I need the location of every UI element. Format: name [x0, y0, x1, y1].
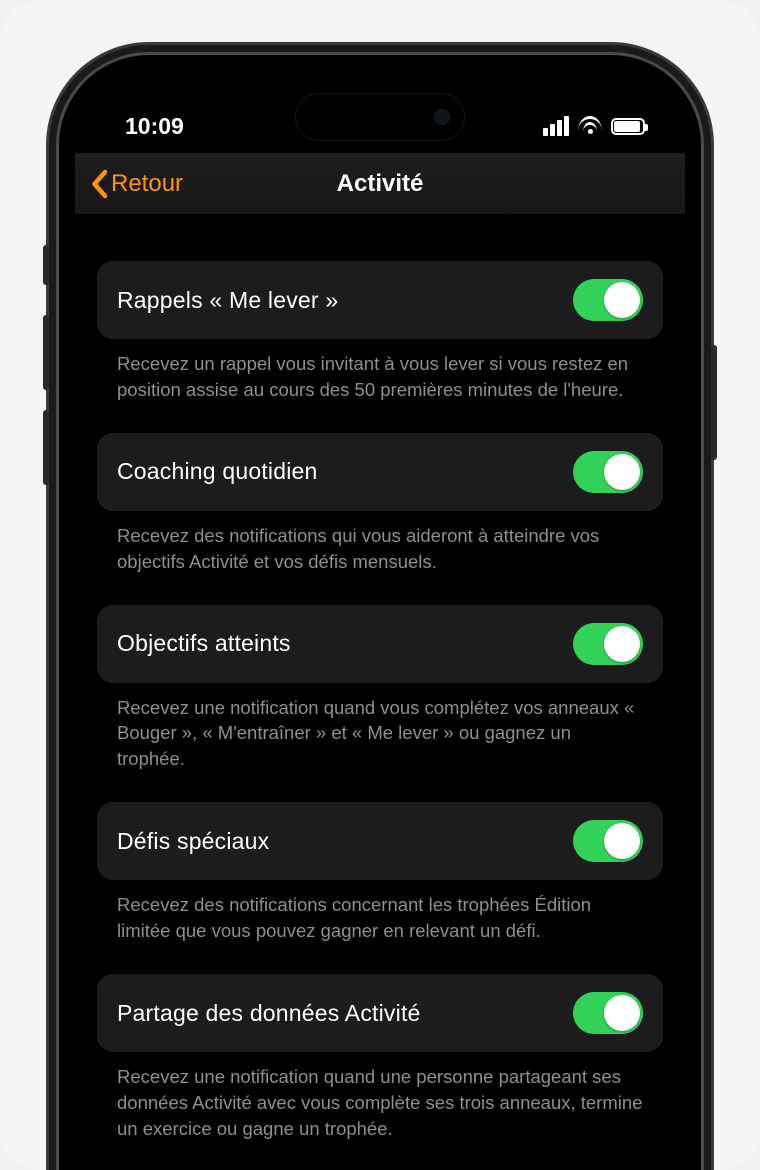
back-label: Retour [111, 170, 183, 198]
camera-icon [434, 109, 450, 125]
status-time: 10:09 [125, 113, 184, 140]
toggle-switch[interactable] [573, 451, 643, 493]
phone-frame: 10:09 Retour Activité Rappels « Me lever… [59, 55, 701, 1170]
setting-row-activity-sharing[interactable]: Partage des données Activité [97, 974, 663, 1052]
setting-row-daily-coaching[interactable]: Coaching quotidien [97, 433, 663, 511]
page-canvas: 10:09 Retour Activité Rappels « Me lever… [0, 0, 760, 1170]
screen: 10:09 Retour Activité Rappels « Me lever… [75, 71, 685, 1170]
side-button [43, 245, 49, 285]
toggle-switch[interactable] [573, 992, 643, 1034]
setting-label: Défis spéciaux [117, 828, 269, 855]
setting-description: Recevez des notifications concernant les… [97, 880, 663, 974]
setting-description: Recevez une notification quand vous comp… [97, 683, 663, 803]
setting-description: Recevez des notifications qui vous aider… [97, 511, 663, 605]
dynamic-island [295, 93, 465, 141]
wifi-icon [578, 116, 602, 136]
chevron-left-icon [89, 169, 109, 199]
setting-label: Coaching quotidien [117, 458, 318, 485]
setting-label: Objectifs atteints [117, 630, 291, 657]
setting-description: Recevez un rappel vous invitant à vous l… [97, 339, 663, 433]
setting-row-stand-reminders[interactable]: Rappels « Me lever » [97, 261, 663, 339]
side-button [43, 315, 49, 390]
nav-bar: Retour Activité [75, 153, 685, 215]
cellular-icon [543, 116, 569, 136]
side-button [43, 410, 49, 485]
setting-label: Partage des données Activité [117, 1000, 421, 1027]
toggle-switch[interactable] [573, 279, 643, 321]
side-button [711, 345, 717, 460]
toggle-switch[interactable] [573, 623, 643, 665]
setting-row-special-challenges[interactable]: Défis spéciaux [97, 802, 663, 880]
setting-row-goal-completions[interactable]: Objectifs atteints [97, 605, 663, 683]
battery-icon [611, 118, 645, 135]
back-button[interactable]: Retour [75, 169, 183, 199]
status-indicators [543, 116, 645, 136]
toggle-switch[interactable] [573, 820, 643, 862]
setting-label: Rappels « Me lever » [117, 287, 338, 314]
settings-list[interactable]: Rappels « Me lever » Recevez un rappel v… [75, 215, 685, 1170]
setting-description: Recevez une notification quand une perso… [97, 1052, 663, 1170]
